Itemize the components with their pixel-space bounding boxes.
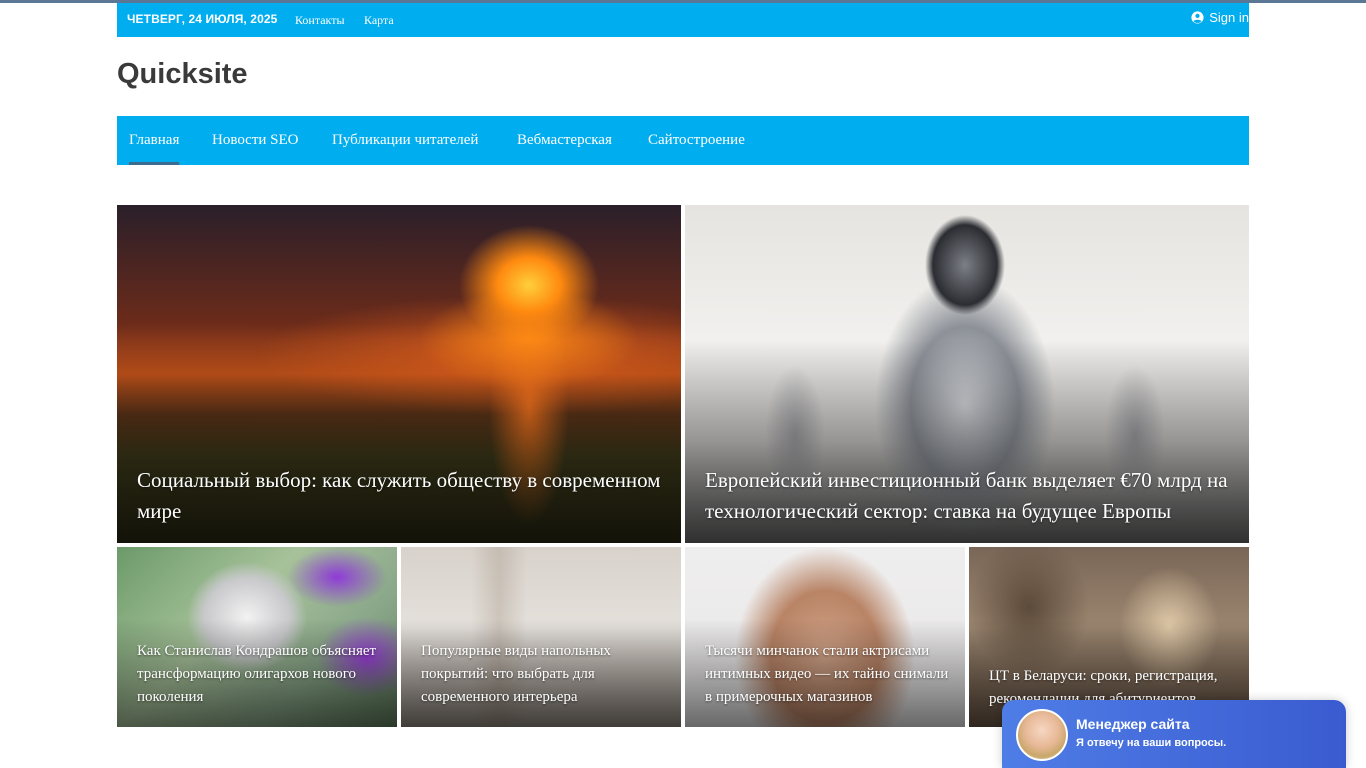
sign-in-label: Sign in — [1209, 10, 1249, 25]
chat-subtitle: Я отвечу на ваши вопросы. — [1076, 737, 1227, 749]
contacts-link[interactable]: Контакты — [295, 13, 345, 28]
sign-in-link[interactable]: Sign in — [1191, 10, 1249, 25]
main-navigation: Главная Новости SEO Публикации читателей… — [117, 116, 1249, 165]
article-card[interactable]: Тысячи минчанок стали актрисами интимных… — [685, 547, 965, 727]
article-title[interactable]: Популярные виды напольных покрытий: что … — [421, 640, 667, 709]
nav-item-site-building[interactable]: Сайтостроение — [648, 116, 745, 165]
article-title[interactable]: Европейский инвестиционный банк выделяет… — [705, 465, 1229, 527]
featured-article-card[interactable]: Социальный выбор: как служить обществу в… — [117, 205, 681, 543]
article-title[interactable]: Тысячи минчанок стали актрисами интимных… — [705, 640, 951, 709]
nav-item-webmaster[interactable]: Вебмастерская — [517, 116, 612, 165]
chat-manager-name: Менеджер сайта — [1076, 716, 1190, 732]
nav-item-seo-news[interactable]: Новости SEO — [212, 116, 299, 165]
current-date: ЧЕТВЕРГ, 24 ИЮЛЯ, 2025 — [127, 12, 278, 26]
article-card[interactable]: Популярные виды напольных покрытий: что … — [401, 547, 681, 727]
sitemap-link[interactable]: Карта — [364, 13, 394, 28]
site-title[interactable]: Quicksite — [117, 58, 248, 91]
nav-item-reader-publications[interactable]: Публикации читателей — [332, 116, 478, 165]
top-bar: ЧЕТВЕРГ, 24 ИЮЛЯ, 2025 Контакты Карта Si… — [117, 3, 1249, 37]
chat-widget[interactable]: Менеджер сайта Я отвечу на ваши вопросы. — [1002, 700, 1346, 768]
user-circle-icon — [1191, 11, 1204, 24]
featured-article-card[interactable]: Европейский инвестиционный банк выделяет… — [685, 205, 1249, 543]
article-card[interactable]: Как Станислав Кондрашов объясняет трансф… — [117, 547, 397, 727]
manager-avatar — [1016, 709, 1068, 761]
article-title[interactable]: Как Станислав Кондрашов объясняет трансф… — [137, 640, 383, 709]
nav-item-home[interactable]: Главная — [129, 116, 180, 165]
article-title[interactable]: Социальный выбор: как служить обществу в… — [137, 465, 661, 527]
